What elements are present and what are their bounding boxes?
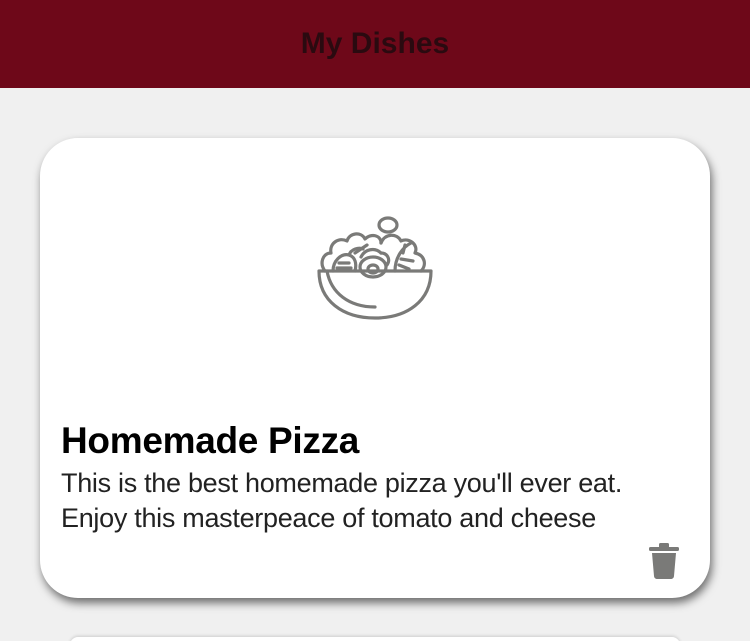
dish-description: This is the best homemade pizza you'll e… — [61, 468, 623, 533]
salad-bowl-icon — [317, 216, 433, 320]
dish-card[interactable]: Homemade Pizza This is the best homemade… — [40, 138, 710, 598]
top-app-bar: My Dishes — [0, 0, 750, 88]
trash-icon[interactable] — [649, 543, 679, 579]
next-dish-card-edge[interactable] — [70, 637, 680, 641]
page-title: My Dishes — [300, 27, 450, 60]
dish-list[interactable]: Homemade Pizza This is the best homemade… — [0, 88, 750, 641]
dish-title: Homemade Pizza — [61, 420, 360, 461]
app-screen: My Dishes Homemade Pizza This is the bes… — [0, 0, 750, 641]
